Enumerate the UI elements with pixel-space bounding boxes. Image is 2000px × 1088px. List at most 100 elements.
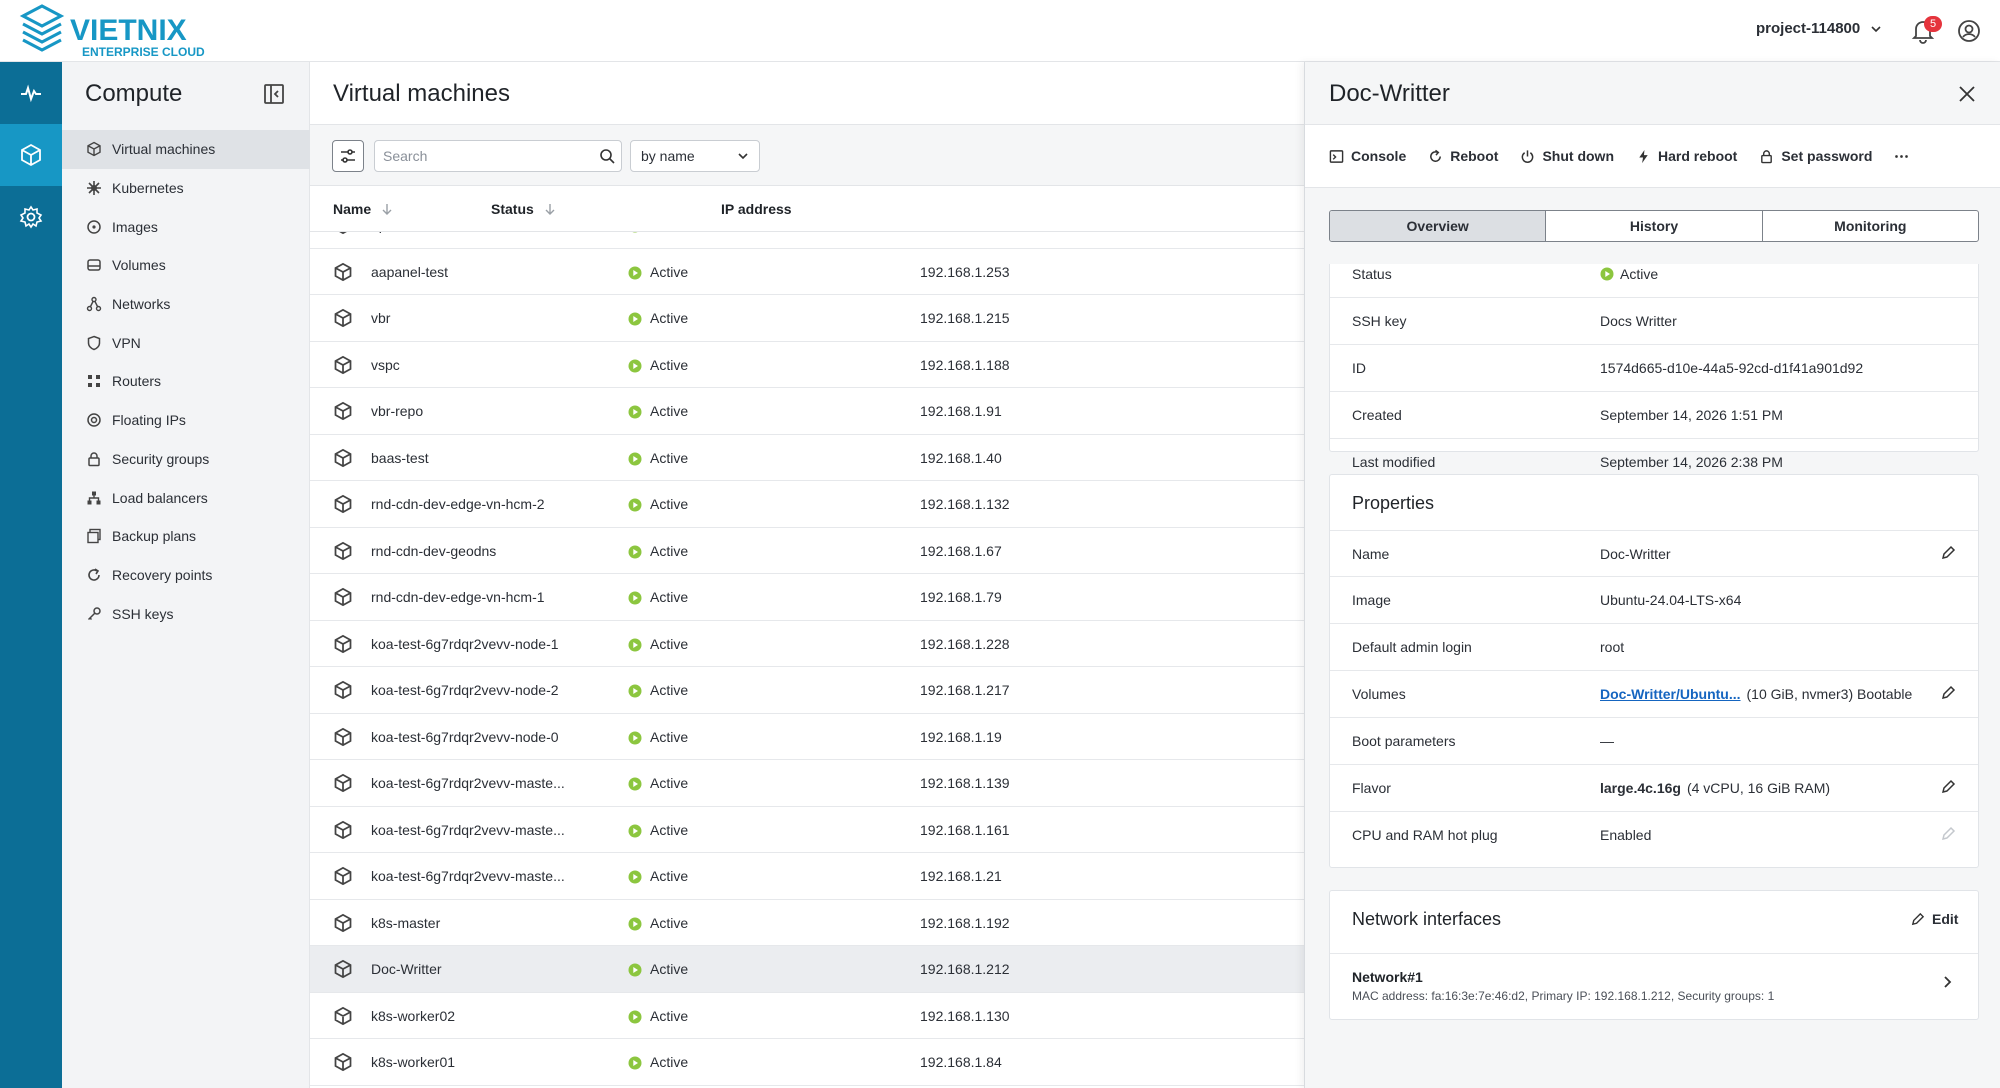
table-row[interactable]: vbr Active 192.168.1.215 [310,295,1304,342]
vm-name[interactable]: koa-test-6g7rdqr2vevv-maste... [371,868,565,884]
sidebar-item-vpn[interactable]: VPN [62,323,310,362]
project-selector[interactable]: project-114800 [1756,20,1882,37]
sidebar-item-images[interactable]: Images [62,207,310,246]
reboot-button[interactable]: Reboot [1428,148,1498,164]
sidebar-item-virtual-machines[interactable]: Virtual machines [62,130,310,169]
chevron-right-icon[interactable] [1940,975,1954,989]
vm-name[interactable]: baas-test [371,450,429,466]
power-icon [1522,149,1534,163]
vm-name[interactable]: aapanel-test [371,264,448,280]
vm-name[interactable]: Doc-Writter [371,961,442,977]
column-header-status[interactable]: Status [491,201,556,217]
property-key: Image [1352,592,1391,608]
vm-name[interactable]: koa-test-6g7rdqr2vevv-node-1 [371,636,559,652]
sidebar-item-floating-ips[interactable]: Floating IPs [62,401,310,440]
status-active-icon [632,232,638,233]
sidebar-item-ssh-keys[interactable]: SSH keys [62,594,310,633]
set-password-button[interactable]: Set password [1759,148,1872,164]
sidebar-item-backup-plans[interactable]: Backup plans [62,517,310,556]
flavor-name: large.4c.16g [1600,780,1681,796]
table-row[interactable]: koa-test-6g7rdqr2vevv-node-0 Active 192.16… [310,714,1304,760]
vm-name[interactable]: koa-test-6g7rdqr2vevv-node-2 [371,682,559,698]
vietnix-logo[interactable]: VIETNIX ENTERPRISE CLOUD [18,2,238,60]
sort-select[interactable]: by name [630,140,760,172]
user-icon[interactable] [1956,18,1982,44]
table-row[interactable]: Doc-Writter Active 192.168.1.212 [310,946,1304,993]
table-row[interactable]: koa-test-6g7rdqr2vevv-maste... Active 192.… [310,853,1304,900]
volume-link[interactable]: Doc-Writter/Ubuntu... [1600,686,1741,702]
tab-overview[interactable]: Overview [1330,211,1547,241]
vm-name[interactable]: k8s-master [371,915,440,931]
table-row[interactable]: k8s-worker01 Active 192.168.1.84 [310,1039,1304,1086]
hard-reboot-button[interactable]: Hard reboot [1636,148,1737,164]
table-row[interactable]: k8s-worker02 Active 192.168.1.130 [310,993,1304,1039]
table-row[interactable]: baas-test Active 192.168.1.40 [310,435,1304,481]
rail-monitoring[interactable] [0,62,62,124]
status-active-icon [628,312,642,326]
vm-name[interactable]: k8s-worker01 [371,1054,455,1070]
load-balancer-icon [87,491,101,505]
vm-name[interactable]: k8s-worker02 [371,1008,455,1024]
table-row[interactable]: koa-test-6g7rdqr2vevv-node-2 Active 192.16… [310,667,1304,714]
edit-name-pencil-icon[interactable] [1940,545,1956,561]
column-header-name[interactable]: Name [333,201,393,217]
sidebar-item-recovery-points[interactable]: Recovery points [62,556,310,595]
network-interface-name[interactable]: Network#1 [1352,969,1423,985]
vm-name[interactable]: vbr [371,310,390,326]
table-row[interactable]: rnd-cdn-dev-geodns Active 192.168.1.67 [310,528,1304,574]
vm-cube-icon [334,262,352,281]
shut-down-button[interactable]: Shut down [1520,148,1614,164]
table-row[interactable]: vspc Active 192.168.1.188 [310,342,1304,388]
vm-ip: 192.168.1.132 [920,496,1010,512]
table-row[interactable]: rnd-cdn-dev-edge-vn-hcm-1 Active 192.168.1… [310,574,1304,621]
tab-history[interactable]: History [1546,211,1763,241]
filter-button[interactable] [332,140,364,172]
property-value: Enabled [1600,827,1652,843]
table-row[interactable]: koa-test-6g7rdqr2vevv-maste... Active 192.… [310,760,1304,807]
sidebar-item-volumes[interactable]: Volumes [62,246,310,285]
gear-icon [19,205,43,229]
sidebar-item-load-balancers[interactable]: Load balancers [62,478,310,517]
edit-volumes-pencil-icon[interactable] [1940,685,1956,701]
vm-name[interactable]: rnd-cdn-dev-edge-vn-hcm-2 [371,496,545,512]
page-title: Virtual machines [333,80,510,107]
vm-name[interactable]: rnd-cdn-dev-edge-vn-hcm-1 [371,589,545,605]
table-row[interactable]: k8s-master Active 192.168.1.192 [310,900,1304,946]
table-row[interactable]: rnd-cdn-dev-edge-vn-hcm-2 Active 192.168.1… [310,481,1304,528]
table-row[interactable]: vbr-repo Active 192.168.1.91 [310,388,1304,435]
collapse-sidebar-icon[interactable] [262,82,286,106]
console-button[interactable]: Console [1329,148,1406,164]
table-row[interactable]: openclaw Active 192.168.1.? [310,232,1304,249]
sidebar-item-routers[interactable]: Routers [62,362,310,401]
vm-name[interactable]: koa-test-6g7rdqr2vevv-maste... [371,775,565,791]
sidebar-item-networks[interactable]: Networks [62,285,310,324]
sidebar-item-label: Load balancers [112,489,208,506]
table-row[interactable]: koa-test-6g7rdqr2vevv-node-1 Active 192.16… [310,621,1304,667]
vm-name[interactable]: vbr-repo [371,403,423,419]
close-icon[interactable] [1957,84,1977,104]
vm-name[interactable]: rnd-cdn-dev-geodns [371,543,496,559]
overview-value: September 14, 2026 1:51 PM [1600,407,1783,423]
vm-cube-icon [334,308,352,328]
sidebar-nav: Virtual machines Kubernetes Images Volumes N… [62,130,310,633]
vm-name[interactable]: koa-test-6g7rdqr2vevv-node-0 [371,729,559,745]
more-actions-icon[interactable] [1894,149,1909,164]
rail-settings[interactable] [0,186,62,248]
vm-name[interactable]: vspc [371,357,400,373]
search-input[interactable] [375,141,575,171]
sidebar-item-security-groups[interactable]: Security groups [62,440,310,479]
disk-icon [87,259,101,272]
vm-name[interactable]: openclaw [371,232,430,233]
table-row[interactable]: koa-test-6g7rdqr2vevv-maste... Active 192.… [310,807,1304,853]
column-header-ip[interactable]: IP address [721,201,792,217]
search-icon[interactable] [599,148,615,164]
tab-monitoring[interactable]: Monitoring [1763,211,1978,241]
property-key: Name [1352,546,1390,562]
edit-hotplug-pencil-icon[interactable] [1940,826,1956,842]
edit-network-button[interactable]: Edit [1910,911,1958,927]
sidebar-item-kubernetes[interactable]: Kubernetes [62,169,310,208]
vm-name[interactable]: koa-test-6g7rdqr2vevv-maste... [371,822,565,838]
rail-compute[interactable] [0,124,62,186]
table-row[interactable]: aapanel-test Active 192.168.1.253 [310,249,1304,295]
edit-flavor-pencil-icon[interactable] [1940,779,1956,795]
